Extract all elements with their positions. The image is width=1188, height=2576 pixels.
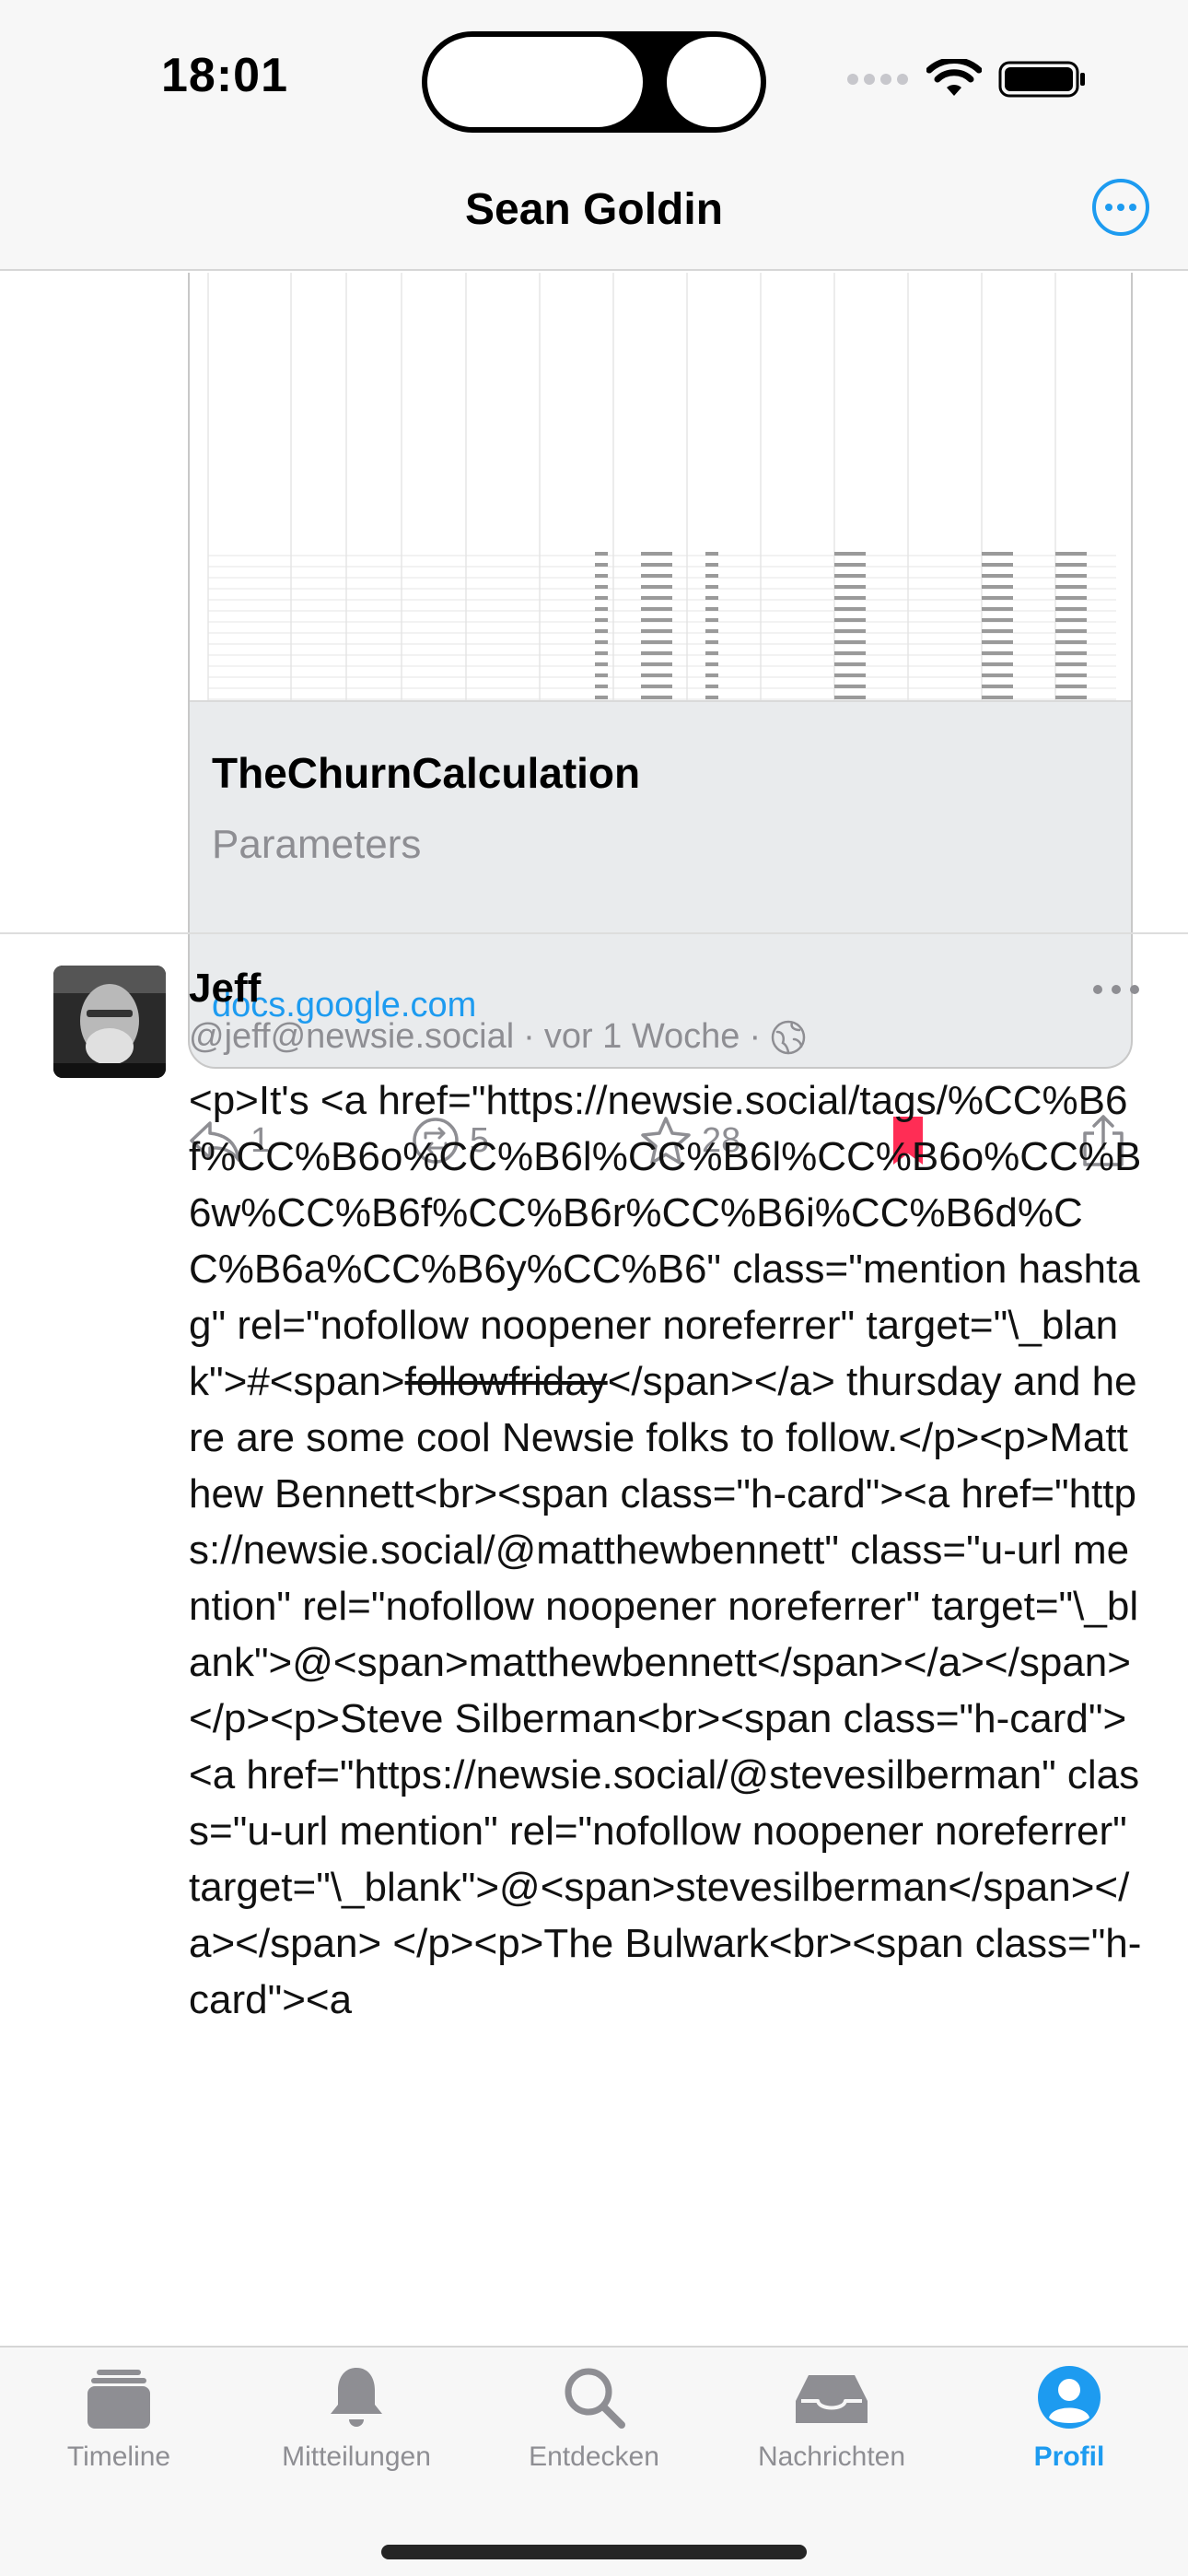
- link-card-subtitle: Parameters: [212, 822, 422, 867]
- navigation-bar: Sean Goldin: [0, 157, 1188, 271]
- dynamic-island: [422, 31, 766, 133]
- stack-icon: [87, 2370, 150, 2429]
- post-hashtag-strike[interactable]: followfriday: [405, 1359, 608, 1404]
- search-icon: [565, 2368, 625, 2429]
- tab-label: Mitteilungen: [282, 2441, 431, 2472]
- tray-icon: [796, 2375, 868, 2423]
- tab-notifications[interactable]: Mitteilungen: [238, 2362, 475, 2473]
- post-meta: @jeff@newsie.social · vor 1 Woche ·: [189, 1017, 807, 1057]
- tab-label: Entdecken: [529, 2441, 659, 2472]
- timeline-content[interactable]: TheChurnCalculation Parameters docs.goog…: [0, 273, 1188, 2346]
- link-preview-card[interactable]: TheChurnCalculation Parameters docs.goog…: [188, 273, 1133, 1069]
- wifi-icon: [926, 59, 982, 96]
- person-circle-icon: [1038, 2366, 1101, 2429]
- island-pill: [427, 37, 643, 127]
- tab-label: Nachrichten: [757, 2441, 906, 2472]
- ellipsis-circle-icon[interactable]: [1090, 177, 1151, 238]
- post-divider: [0, 932, 1188, 934]
- status-bar: 18:01: [0, 0, 1188, 157]
- meta-separator: ·: [523, 1017, 535, 1056]
- page-title: Sean Goldin: [464, 185, 724, 234]
- tab-messages[interactable]: Nachrichten: [713, 2362, 950, 2473]
- signal-icon: [847, 74, 908, 85]
- tab-timeline[interactable]: Timeline: [0, 2362, 238, 2473]
- post-body: <p>It's ​<a href="https://newsie.social/…: [189, 1072, 1147, 2028]
- spreadsheet-thumbnail: [207, 273, 1116, 700]
- tab-bar: Timeline Mitteilungen Entdecken Nachrich…: [0, 2346, 1188, 2576]
- post-body-end: </span></a> thursday and here are some c…: [189, 1359, 1143, 2022]
- link-preview-image: [190, 273, 1131, 702]
- post-more-icon[interactable]: [1090, 982, 1142, 997]
- battery-icon: [998, 61, 1085, 98]
- tab-label: Profil: [1033, 2441, 1105, 2472]
- tab-label: Timeline: [66, 2441, 171, 2472]
- home-indicator[interactable]: [381, 2545, 807, 2559]
- status-time: 18:01: [161, 49, 288, 102]
- status-icons: [845, 59, 1087, 100]
- avatar[interactable]: [53, 966, 166, 1078]
- island-dot: [667, 37, 761, 127]
- tab-explore[interactable]: Entdecken: [475, 2362, 713, 2473]
- post-body-start: <p>It's ​<a href="https://newsie.social/…: [189, 1078, 1142, 1404]
- globe-icon: [771, 1020, 806, 1054]
- tab-profile[interactable]: Profil: [950, 2362, 1188, 2473]
- meta-separator: ·: [749, 1017, 762, 1056]
- link-card-title: TheChurnCalculation: [212, 749, 641, 797]
- post-author[interactable]: Jeff: [189, 966, 261, 1012]
- bell-icon: [331, 2368, 382, 2427]
- post-time: vor 1 Woche: [543, 1017, 740, 1056]
- post-handle: @jeff@newsie.social: [189, 1017, 515, 1056]
